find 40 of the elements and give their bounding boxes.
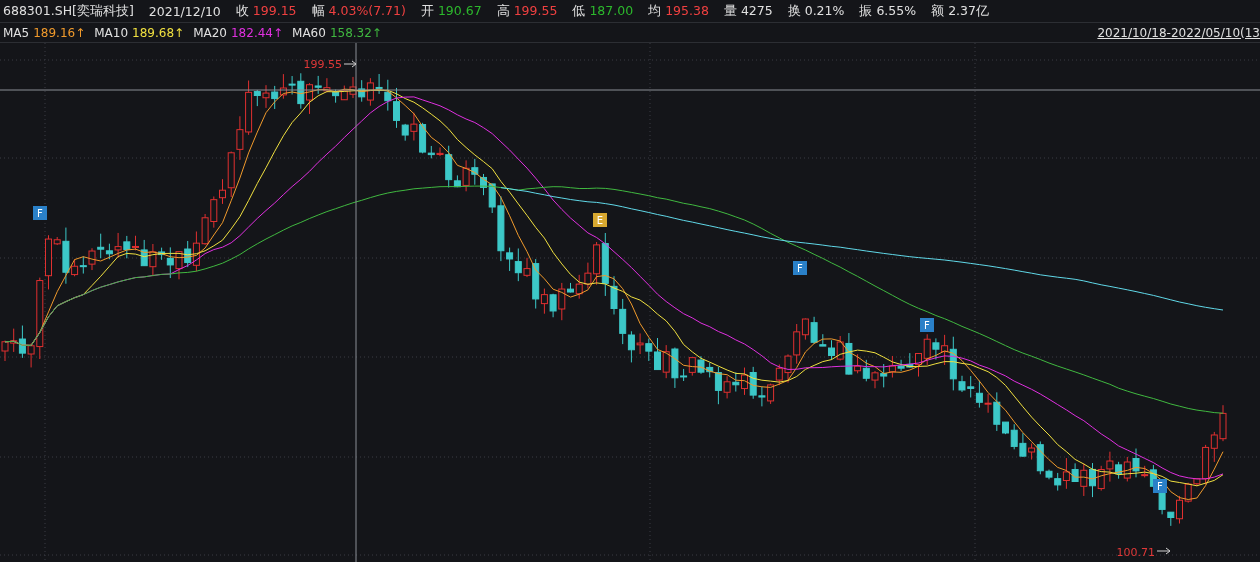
quote-label: 收	[235, 2, 249, 20]
quote-label: 换	[787, 2, 801, 20]
quote-value: 4275	[740, 2, 773, 20]
average-value: 182.44↑	[231, 25, 284, 40]
average-value: 158.32↑	[329, 25, 382, 40]
quote-value: 2.37亿	[948, 2, 989, 20]
quote-label: 额	[931, 2, 945, 20]
high-price-label: 199.55	[303, 58, 342, 71]
low-price-label: 100.71	[1116, 546, 1155, 559]
quote-label: 均	[648, 2, 662, 20]
average-value: 189.68↑	[132, 25, 185, 40]
quote-value: 195.38	[665, 2, 709, 20]
arrow-icon	[343, 60, 357, 68]
event-badge[interactable]: F	[1153, 479, 1167, 493]
quote-label: 高	[496, 2, 510, 20]
quote-label: 量	[723, 2, 737, 20]
average-label: MA20	[193, 25, 227, 40]
event-badge[interactable]: F	[920, 318, 934, 332]
quote-label: 幅	[311, 2, 325, 20]
arrow-icon	[1156, 547, 1171, 555]
quote-label: 振	[859, 2, 873, 20]
event-badge[interactable]: E	[593, 213, 607, 227]
quote-value: 6.55%	[876, 2, 917, 20]
quote-label: 低	[572, 2, 586, 20]
quote-value: 190.67	[437, 2, 482, 20]
quote-value: 4.03%(7.71)	[328, 2, 406, 20]
quote-value: 199.15	[252, 2, 297, 20]
quote-date: 2021/12/10	[148, 3, 221, 19]
average-label: MA10	[94, 25, 129, 40]
date-range-link[interactable]: 2021/10/18-2022/05/10(13	[1097, 25, 1260, 40]
quote-value: 187.00	[589, 2, 634, 20]
average-label: MA5	[3, 25, 30, 40]
event-badge[interactable]: F	[793, 261, 807, 275]
stock-code: 688301.SH[奕瑞科技]	[3, 2, 134, 20]
quote-value: 0.21%	[804, 2, 845, 20]
quote-label: 开	[420, 2, 434, 20]
event-badge[interactable]: F	[33, 206, 47, 220]
average-label: MA60	[292, 25, 326, 40]
quote-value: 199.55	[513, 2, 558, 20]
average-value: 189.16↑	[33, 25, 86, 40]
